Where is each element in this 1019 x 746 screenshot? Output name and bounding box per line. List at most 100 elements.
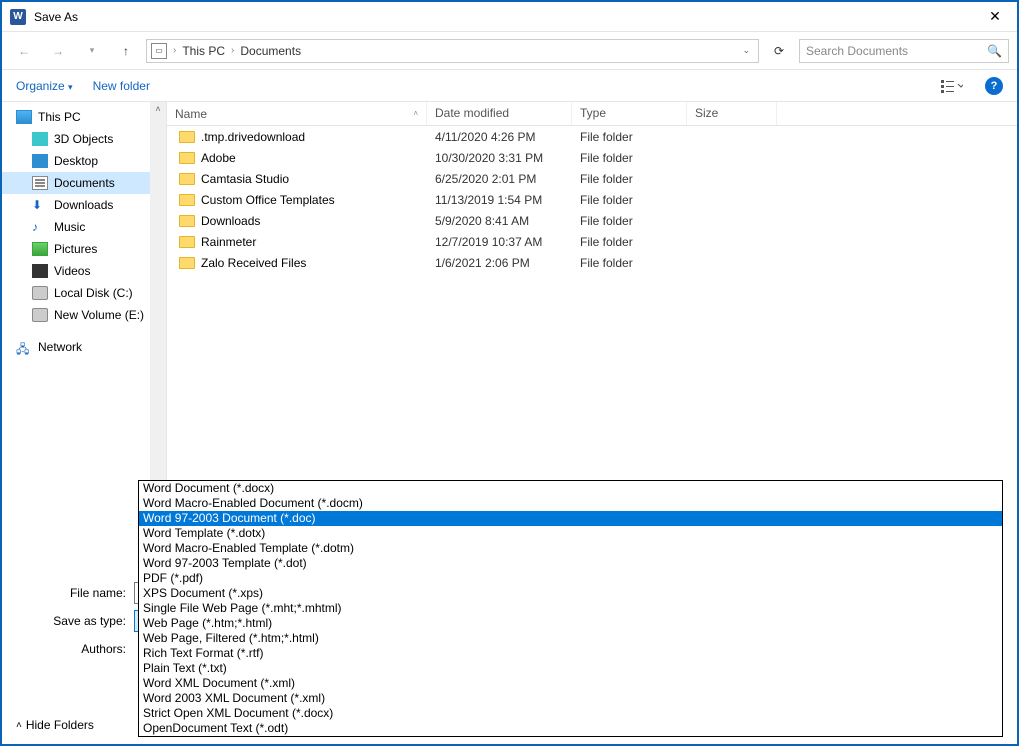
header-size[interactable]: Size [687, 102, 777, 125]
folder-icon: ▭ [151, 43, 167, 59]
savetype-option[interactable]: Word 97-2003 Document (*.doc) [139, 511, 1002, 526]
table-row[interactable]: Custom Office Templates 11/13/2019 1:54 P… [167, 189, 1017, 210]
row-name: Camtasia Studio [201, 172, 289, 186]
row-date: 11/13/2019 1:54 PM [427, 193, 572, 207]
folder-icon [179, 152, 195, 164]
row-date: 5/9/2020 8:41 AM [427, 214, 572, 228]
tree-desktop[interactable]: Desktop [2, 150, 166, 172]
downloads-icon: ⬇ [32, 198, 48, 212]
folder-icon [179, 131, 195, 143]
tree-local-disk-c[interactable]: Local Disk (C:) [2, 282, 166, 304]
tree-pictures[interactable]: Pictures [2, 238, 166, 260]
table-row[interactable]: .tmp.drivedownload 4/11/2020 4:26 PMFile … [167, 126, 1017, 147]
tree-3d-objects[interactable]: 3D Objects [2, 128, 166, 150]
breadcrumb-root[interactable]: This PC [182, 44, 225, 58]
header-type[interactable]: Type [572, 102, 687, 125]
savetype-option[interactable]: Word Macro-Enabled Template (*.dotm) [139, 541, 1002, 556]
row-type: File folder [572, 235, 687, 249]
scroll-up-icon[interactable]: ˄ [155, 104, 160, 114]
savetype-option[interactable]: PDF (*.pdf) [139, 571, 1002, 586]
savetype-option[interactable]: Word Template (*.dotx) [139, 526, 1002, 541]
music-icon: ♪ [32, 220, 48, 234]
row-date: 6/25/2020 2:01 PM [427, 172, 572, 186]
sort-indicator-icon: ˄ [413, 109, 418, 118]
refresh-button[interactable]: ⟳ [765, 39, 793, 63]
folder-icon [179, 173, 195, 185]
row-name: Custom Office Templates [201, 193, 335, 207]
savetype-option[interactable]: Web Page (*.htm;*.html) [139, 616, 1002, 631]
savetype-option[interactable]: Strict Open XML Document (*.docx) [139, 706, 1002, 721]
back-button[interactable]: ← [10, 37, 38, 65]
recent-dropdown[interactable]: ▾ [78, 37, 106, 65]
authors-label: Authors: [16, 642, 134, 656]
disk-icon [32, 308, 48, 322]
row-type: File folder [572, 151, 687, 165]
objects-icon [32, 132, 48, 146]
breadcrumb-folder[interactable]: Documents [240, 44, 301, 58]
header-name[interactable]: Name˄ [167, 102, 427, 125]
tree-documents[interactable]: Documents [2, 172, 166, 194]
savetype-option[interactable]: Plain Text (*.txt) [139, 661, 1002, 676]
savetype-option[interactable]: Word 97-2003 Template (*.dot) [139, 556, 1002, 571]
savetype-option[interactable]: Word XML Document (*.xml) [139, 676, 1002, 691]
new-folder-button[interactable]: New folder [93, 79, 150, 93]
tree-music[interactable]: ♪Music [2, 216, 166, 238]
savetype-label: Save as type: [16, 614, 134, 628]
tree-this-pc[interactable]: This PC [2, 106, 166, 128]
row-name: Zalo Received Files [201, 256, 306, 270]
tree-downloads[interactable]: ⬇Downloads [2, 194, 166, 216]
savetype-option[interactable]: Single File Web Page (*.mht;*.mhtml) [139, 601, 1002, 616]
search-input[interactable]: Search Documents 🔍 [799, 39, 1009, 63]
organize-button[interactable]: Organize ▾ [16, 79, 73, 93]
search-placeholder: Search Documents [806, 44, 908, 58]
pictures-icon [32, 242, 48, 256]
chevron-up-icon: ˄ [16, 720, 22, 731]
hide-folders-button[interactable]: ˄ Hide Folders [16, 718, 94, 732]
folder-icon [179, 257, 195, 269]
row-type: File folder [572, 193, 687, 207]
forward-button[interactable]: → [44, 37, 72, 65]
window-title: Save As [34, 10, 981, 24]
pc-icon [16, 110, 32, 124]
tree-videos[interactable]: Videos [2, 260, 166, 282]
nav-toolbar: ← → ▾ ↑ ▭ › This PC › Documents ⌄ ⟳ Sear… [2, 32, 1017, 70]
row-date: 10/30/2020 3:31 PM [427, 151, 572, 165]
view-options-button[interactable] [939, 76, 965, 96]
address-dropdown[interactable]: ⌄ [738, 45, 754, 56]
row-date: 12/7/2019 10:37 AM [427, 235, 572, 249]
save-as-dialog: W Save As ✕ ← → ▾ ↑ ▭ › This PC › Docume… [0, 0, 1019, 746]
row-type: File folder [572, 214, 687, 228]
table-row[interactable]: Zalo Received Files1/6/2021 2:06 PMFile … [167, 252, 1017, 273]
chevron-right-icon: › [231, 45, 234, 56]
savetype-option[interactable]: Word 2003 XML Document (*.xml) [139, 691, 1002, 706]
tree-new-volume-e[interactable]: New Volume (E:) [2, 304, 166, 326]
up-button[interactable]: ↑ [112, 37, 140, 65]
savetype-option[interactable]: Web Page, Filtered (*.htm;*.html) [139, 631, 1002, 646]
address-bar[interactable]: ▭ › This PC › Documents ⌄ [146, 39, 759, 63]
savetype-option[interactable]: OpenDocument Text (*.odt) [139, 721, 1002, 736]
table-row[interactable]: Rainmeter 12/7/2019 10:37 AMFile folder [167, 231, 1017, 252]
row-type: File folder [572, 256, 687, 270]
table-row[interactable]: Camtasia Studio6/25/2020 2:01 PMFile fol… [167, 168, 1017, 189]
savetype-option[interactable]: XPS Document (*.xps) [139, 586, 1002, 601]
row-name: .tmp.drivedownload [201, 130, 305, 144]
row-type: File folder [572, 130, 687, 144]
chevron-right-icon: › [173, 45, 176, 56]
savetype-option[interactable]: Word Document (*.docx) [139, 481, 1002, 496]
row-name: Rainmeter [201, 235, 256, 249]
table-row[interactable]: Downloads5/9/2020 8:41 AMFile folder [167, 210, 1017, 231]
close-button[interactable]: ✕ [981, 3, 1009, 31]
row-name: Adobe [201, 151, 236, 165]
tree-network[interactable]: 🖧Network [2, 336, 166, 358]
row-date: 4/11/2020 4:26 PM [427, 130, 572, 144]
documents-icon [32, 176, 48, 190]
header-date[interactable]: Date modified [427, 102, 572, 125]
savetype-option[interactable]: Rich Text Format (*.rtf) [139, 646, 1002, 661]
filename-label: File name: [16, 586, 134, 600]
search-icon: 🔍 [987, 44, 1002, 58]
disk-icon [32, 286, 48, 300]
folder-icon [179, 236, 195, 248]
help-button[interactable]: ? [985, 77, 1003, 95]
savetype-option[interactable]: Word Macro-Enabled Document (*.docm) [139, 496, 1002, 511]
table-row[interactable]: Adobe 10/30/2020 3:31 PMFile folder [167, 147, 1017, 168]
